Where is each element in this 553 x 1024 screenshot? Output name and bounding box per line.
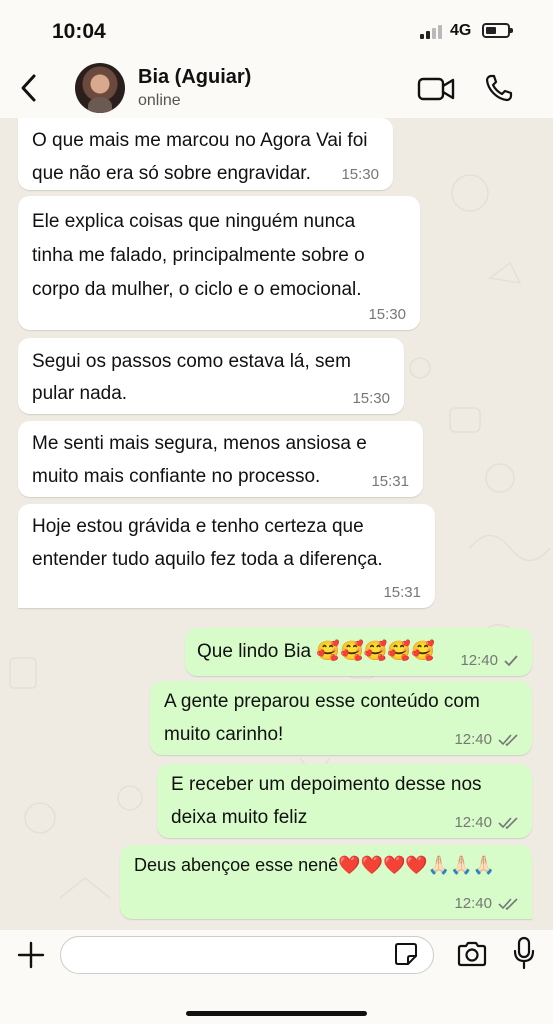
message-meta: 12:40 <box>454 731 518 749</box>
message-outgoing[interactable]: A gente preparou esse conteúdo com muito… <box>150 681 532 755</box>
message-line: que não era só sobre engravidar. <box>32 163 311 184</box>
message-text: O que mais me marcou no Agora Vai foi qu… <box>32 124 367 190</box>
avatar[interactable] <box>75 63 125 113</box>
chat-header: Bia (Aguiar) online <box>0 60 553 118</box>
contact-status: online <box>138 92 181 109</box>
message-outgoing[interactable]: Deus abençoe esse nenê❤️❤️❤️❤️🙏🏻🙏🏻🙏🏻 12:… <box>120 845 532 919</box>
message-incoming[interactable]: Hoje estou grávida e tenho certeza que e… <box>18 504 435 608</box>
message-text: Hoje estou grávida e tenho certeza que e… <box>32 510 383 576</box>
message-line: muito carinho! <box>164 724 284 745</box>
message-outgoing[interactable]: Que lindo Bia 🥰🥰🥰🥰🥰 12:40 <box>185 628 532 676</box>
chat-area[interactable]: O que mais me marcou no Agora Vai foi qu… <box>0 118 553 930</box>
message-time: 15:30 <box>352 390 390 407</box>
message-meta: 12:40 <box>454 814 518 832</box>
message-time: 12:40 <box>454 895 492 912</box>
message-outgoing[interactable]: E receber um depoimento desse nos deixa … <box>157 764 532 838</box>
home-indicator[interactable] <box>186 1011 367 1016</box>
message-line: tinha me falado, principalmente sobre o <box>32 245 365 266</box>
message-line: Me senti mais segura, menos ansiosa e <box>32 433 367 454</box>
message-time: 15:31 <box>383 584 421 601</box>
message-incoming[interactable]: Me senti mais segura, menos ansiosa e mu… <box>18 421 423 497</box>
message-text: Ele explica coisas que ninguém nunca tin… <box>32 205 365 307</box>
message-meta: 12:40 <box>454 895 518 913</box>
message-line: Segui os passos como estava lá, sem <box>32 351 351 372</box>
message-line: muito mais confiante no processo. <box>32 466 321 487</box>
message-time: 12:40 <box>460 652 498 669</box>
phone-icon[interactable] <box>484 73 514 103</box>
contact-name[interactable]: Bia (Aguiar) <box>138 66 251 89</box>
message-line: O que mais me marcou no Agora Vai foi <box>32 130 368 151</box>
sent-check-icon <box>504 655 518 667</box>
message-time: 15:30 <box>341 166 379 183</box>
read-double-check-icon <box>498 817 518 830</box>
message-input-bar <box>0 930 553 1024</box>
message-time: 15:31 <box>371 473 409 490</box>
message-input[interactable] <box>60 936 434 974</box>
camera-icon[interactable] <box>456 940 488 968</box>
message-incoming[interactable]: Ele explica coisas que ninguém nunca tin… <box>18 196 420 330</box>
signal-icon <box>420 25 442 39</box>
message-time: 12:40 <box>454 814 492 831</box>
message-line: Ele explica coisas que ninguém nunca <box>32 211 356 232</box>
video-call-icon[interactable] <box>417 75 455 103</box>
message-text: Segui os passos como estava lá, sem pula… <box>32 346 351 410</box>
battery-icon <box>482 23 513 38</box>
read-double-check-icon <box>498 898 518 911</box>
message-line: A gente preparou esse conteúdo com <box>164 691 480 712</box>
message-line: E receber um depoimento desse nos <box>171 774 482 795</box>
message-text: Que lindo Bia 🥰🥰🥰🥰🥰 <box>197 641 435 662</box>
message-time: 15:30 <box>368 306 406 323</box>
status-bar: 10:04 4G <box>0 0 553 60</box>
sticker-icon[interactable] <box>394 942 418 966</box>
microphone-icon[interactable] <box>512 936 536 970</box>
message-line: entender tudo aquilo fez toda a diferenç… <box>32 549 383 570</box>
message-incoming[interactable]: O que mais me marcou no Agora Vai foi qu… <box>18 118 393 190</box>
message-incoming[interactable]: Segui os passos como estava lá, sem pula… <box>18 338 404 414</box>
message-time: 12:40 <box>454 731 492 748</box>
status-time: 10:04 <box>52 20 106 43</box>
message-meta: 12:40 <box>460 652 518 670</box>
message-text: Deus abençoe esse nenê❤️❤️❤️❤️🙏🏻🙏🏻🙏🏻 <box>134 855 496 875</box>
message-line: corpo da mulher, o ciclo e o emocional. <box>32 279 362 300</box>
message-line: Hoje estou grávida e tenho certeza que <box>32 516 364 537</box>
back-icon[interactable] <box>17 73 41 103</box>
message-text: A gente preparou esse conteúdo com muito… <box>164 685 480 751</box>
plus-icon[interactable] <box>16 940 46 970</box>
message-text: Me senti mais segura, menos ansiosa e mu… <box>32 427 367 493</box>
read-double-check-icon <box>498 734 518 747</box>
message-line: deixa muito feliz <box>171 807 308 828</box>
message-line: pular nada. <box>32 383 128 404</box>
network-label: 4G <box>450 22 472 39</box>
message-text: E receber um depoimento desse nos deixa … <box>171 768 482 834</box>
